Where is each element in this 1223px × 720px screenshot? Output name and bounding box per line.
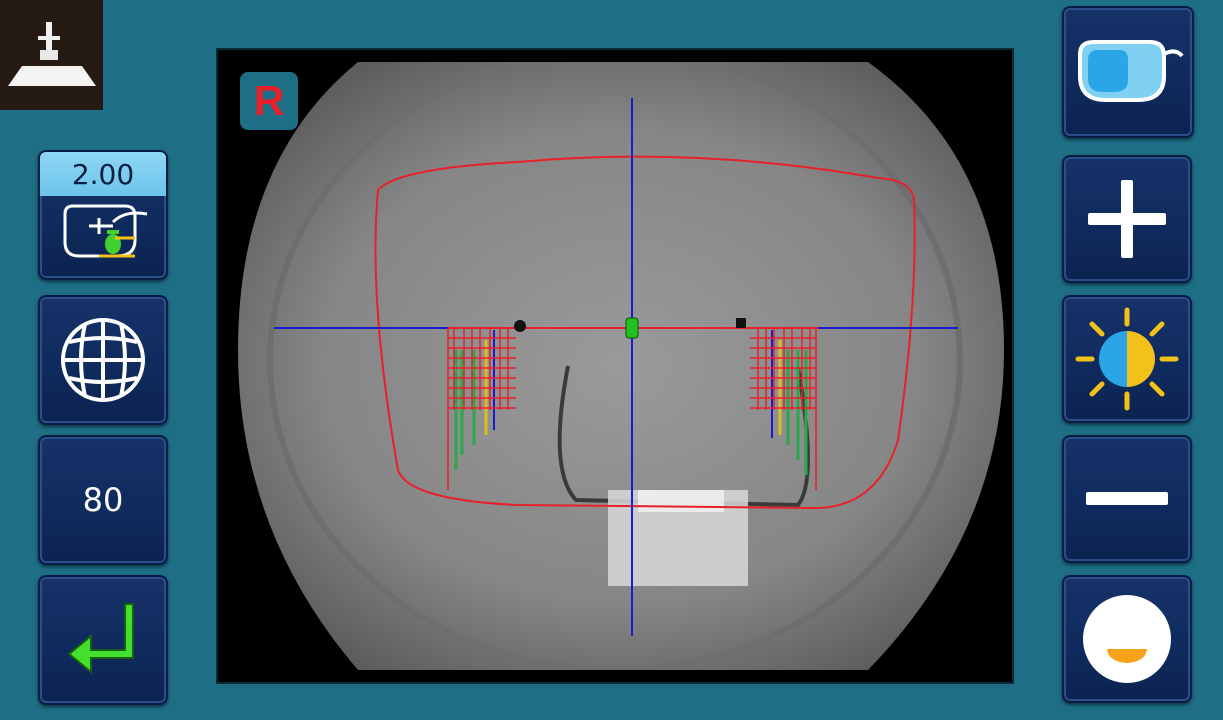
lens-camera-view[interactable]: R <box>216 48 1014 684</box>
mark-dot-right <box>736 318 746 328</box>
level-button[interactable] <box>1062 575 1192 703</box>
addition-button[interactable]: 2.00 <box>38 150 168 280</box>
globe-grid-icon <box>61 318 145 402</box>
enter-button[interactable] <box>38 575 168 705</box>
device-logo <box>0 0 103 110</box>
number-button[interactable]: 80 <box>38 435 168 565</box>
brightness-button[interactable] <box>1062 295 1192 423</box>
addition-value: 2.00 <box>40 152 166 196</box>
plus-button[interactable] <box>1062 155 1192 283</box>
minus-icon <box>1086 492 1168 505</box>
optical-center-marker <box>625 317 639 339</box>
number-button-label: 80 <box>82 481 124 519</box>
progressive-lens-add-icon <box>63 204 148 258</box>
minus-button[interactable] <box>1062 435 1192 563</box>
eye-side-badge: R <box>240 72 298 130</box>
lens-type-button[interactable] <box>1062 6 1194 138</box>
lensmeter-logo-icon <box>7 22 96 86</box>
mark-dot-left <box>514 320 526 332</box>
enter-return-icon <box>67 603 134 675</box>
half-circle-level-icon <box>1083 595 1171 683</box>
grid-mode-button[interactable] <box>38 295 168 425</box>
lens-image <box>238 62 1004 670</box>
brightness-sun-icon <box>1075 307 1179 411</box>
plus-icon <box>1088 180 1166 258</box>
spectacle-lens-icon <box>1078 40 1184 102</box>
